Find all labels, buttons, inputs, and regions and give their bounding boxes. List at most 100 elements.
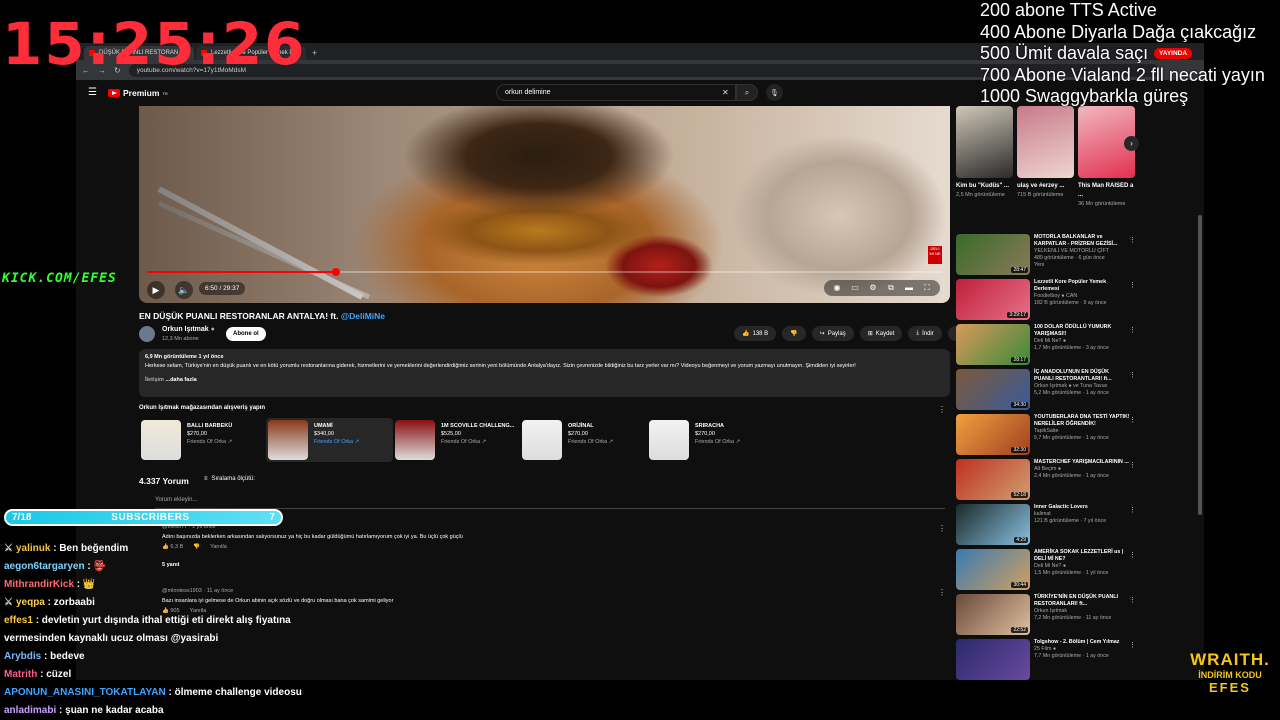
play-button[interactable]: ▶ bbox=[147, 281, 165, 299]
video-title: Lezzetli Kore Popüler Yemek Derlemesi bbox=[1034, 279, 1107, 292]
voice-search-button[interactable]: 🎙 bbox=[766, 84, 783, 101]
video-menu-icon[interactable]: ⋮ bbox=[1129, 461, 1136, 469]
chat-username[interactable]: Matrith bbox=[4, 669, 37, 680]
product-seller[interactable]: Friends Of Orka ↗ bbox=[314, 438, 359, 446]
page-scrollbar[interactable] bbox=[1198, 215, 1202, 515]
theater-mode-icon[interactable]: ▬ bbox=[902, 283, 916, 293]
comment-menu-icon[interactable]: ⋮ bbox=[938, 524, 946, 533]
recommended-video[interactable]: 32:30 YOUTUBERLARA DNA TESTİ YAPTIK! NERE… bbox=[956, 414, 1136, 459]
video-scrubber-handle[interactable] bbox=[332, 268, 341, 276]
product-image bbox=[395, 420, 435, 460]
channel-name[interactable]: Orkun Işıtmak ● bbox=[162, 326, 215, 333]
sub-goals-list: 200 abone TTS Active 400 Abone Diyarla D… bbox=[980, 0, 1265, 108]
new-tab-icon[interactable]: + bbox=[312, 48, 317, 58]
video-menu-icon[interactable]: ⋮ bbox=[1129, 506, 1136, 514]
subscribe-button[interactable]: Abone ol bbox=[226, 327, 266, 341]
hamburger-menu-icon[interactable]: ☰ bbox=[88, 87, 97, 98]
product-seller[interactable]: Friends Of Orka ↗ bbox=[187, 438, 232, 446]
recommended-video[interactable]: 34:30 İÇ ANADOLU'NUN EN DÜŞÜK PUANLI REST… bbox=[956, 369, 1136, 414]
video-player[interactable]: DELİ Mİ NE ▶ 🔈 6:50 / 29:37 ◉ ▭ ⚙ ⧉ ▬ ⛶ bbox=[139, 106, 950, 303]
recommended-video[interactable]: 28:47 MOTORLA BALKANLAR ve KARPATLAR - PR… bbox=[956, 234, 1136, 279]
video-menu-icon[interactable]: ⋮ bbox=[1129, 416, 1136, 424]
chat-username[interactable]: Arybdis bbox=[4, 651, 41, 662]
chat-text: : 👑 bbox=[76, 579, 96, 590]
youtube-premium-logo[interactable]: Premium TR bbox=[108, 88, 168, 98]
chat-username[interactable]: yeqpa bbox=[16, 597, 45, 608]
product-seller[interactable]: Friends Of Orka ↗ bbox=[568, 438, 613, 446]
product-seller[interactable]: Friends Of Orka ↗ bbox=[695, 438, 740, 446]
shop-product[interactable]: BALLI BARBEKÜ $270,00 Friends Of Orka ↗ bbox=[139, 418, 266, 462]
volume-button[interactable]: 🔈 bbox=[175, 281, 193, 299]
video-action-button[interactable]: ⊞ Kaydet bbox=[859, 326, 903, 341]
video-thumbnail: 3:29:17 bbox=[956, 279, 1030, 320]
show-more-link[interactable]: ...daha fazla bbox=[165, 377, 196, 383]
shop-more-menu-icon[interactable]: ⋮ bbox=[938, 405, 946, 414]
action-label: İndir bbox=[922, 330, 934, 337]
add-comment-input[interactable]: Yorum ekleyin... bbox=[155, 497, 945, 509]
shorts-next-arrow-icon[interactable]: › bbox=[1124, 136, 1139, 151]
recommended-video[interactable]: Tolgshow - 2. Bölüm | Cem Yılmaz 25 Film … bbox=[956, 639, 1136, 680]
video-channel: Foodielboy ● CAN bbox=[1034, 293, 1078, 299]
sub-goal: 200 abone TTS Active bbox=[980, 0, 1157, 20]
product-price: $270,00 bbox=[695, 431, 715, 437]
short-thumbnail bbox=[1017, 106, 1074, 178]
search-button[interactable]: ⌕ bbox=[736, 84, 758, 101]
video-meta: 489 görüntüleme · 6 gün önce bbox=[1034, 255, 1105, 261]
miniplayer-icon[interactable]: ⧉ bbox=[884, 283, 898, 293]
autoplay-toggle-icon[interactable]: ◉ bbox=[830, 283, 844, 293]
recommended-video[interactable]: 52:18 MASTERCHEF YARIŞMACILARININ ... Alt … bbox=[956, 459, 1136, 504]
video-title-mention[interactable]: @DeliMiNe bbox=[341, 311, 385, 321]
video-action-button[interactable]: ⤓ İndir bbox=[908, 326, 942, 341]
shop-product[interactable]: SRIRACHA $270,00 Friends Of Orka ↗ bbox=[647, 418, 774, 462]
recommended-video[interactable]: 30:44 AMERİKA SOKAK LEZZETLERİ us | DELİ … bbox=[956, 549, 1136, 594]
video-menu-icon[interactable]: ⋮ bbox=[1129, 281, 1136, 289]
short-card[interactable]: ulaş ve #erzey ... 715 B görüntüleme bbox=[1017, 106, 1074, 209]
recommended-video[interactable]: 22:52 TÜRKİYE'NİN EN DÜŞÜK PUANLI RESTORA… bbox=[956, 594, 1136, 639]
sort-comments-button[interactable]: ≡ Sıralama ölçütü: bbox=[204, 476, 255, 482]
comment-menu-icon[interactable]: ⋮ bbox=[938, 588, 946, 597]
recommended-video[interactable]: 28:17 100 DOLAR ÖDÜLLÜ YUMURK YARIŞMASI!!… bbox=[956, 324, 1136, 369]
action-label: Kaydet bbox=[875, 330, 895, 337]
video-channel: Orkun Işıtmak bbox=[1034, 608, 1067, 614]
short-card[interactable]: Kim bu "Kudüs" ... 2,5 Mn görüntüleme bbox=[956, 106, 1013, 209]
video-progress-bar[interactable] bbox=[147, 268, 942, 276]
short-card[interactable]: This Man RAISED a ... 36 Mn görüntüleme bbox=[1078, 106, 1135, 209]
video-duration: 34:30 bbox=[1011, 402, 1028, 408]
video-action-button[interactable]: 👎 bbox=[782, 326, 806, 341]
channel-avatar[interactable] bbox=[139, 326, 155, 342]
video-menu-icon[interactable]: ⋮ bbox=[1129, 236, 1136, 244]
video-action-button[interactable]: 👍 138 B bbox=[734, 326, 777, 341]
product-seller[interactable]: Friends Of Orka ↗ bbox=[441, 438, 514, 446]
fullscreen-icon[interactable]: ⛶ bbox=[920, 283, 934, 293]
chat-username[interactable]: yalinuk bbox=[16, 543, 50, 554]
recommended-video[interactable]: 3:29:17 Lezzetli Kore Popüler Yemek Derle… bbox=[956, 279, 1136, 324]
comment-author[interactable]: @efes077 · 1 yıl önce bbox=[162, 524, 942, 530]
sort-label: Sıralama ölçütü: bbox=[211, 476, 255, 482]
action-icon: 👎 bbox=[790, 331, 798, 337]
settings-gear-icon[interactable]: ⚙ bbox=[866, 283, 880, 293]
chat-username[interactable]: anladimabi bbox=[4, 705, 56, 716]
recommended-video[interactable]: 4:29 Inner Galactic Lovers kalimat 121 B gö… bbox=[956, 504, 1136, 549]
video-menu-icon[interactable]: ⋮ bbox=[1129, 326, 1136, 334]
chat-username[interactable]: APONUN_ANASINI_TOKATLAYAN bbox=[4, 687, 166, 698]
shop-product[interactable]: 1M SCOVILLE CHALLENG... $525,00 Friends Of… bbox=[393, 418, 520, 462]
sponsor-code-label: İNDİRİM KODU bbox=[1198, 670, 1262, 680]
chat-username[interactable]: MithrandirKick bbox=[4, 579, 74, 590]
subtitles-icon[interactable]: ▭ bbox=[848, 283, 862, 293]
video-action-button[interactable]: ↪ Paylaş bbox=[811, 326, 854, 341]
chat-username[interactable]: effes1 bbox=[4, 615, 33, 626]
video-meta: 1,5 Mn görüntüleme · 1 yıl önce bbox=[1034, 570, 1109, 576]
clear-search-icon[interactable]: ✕ bbox=[722, 88, 729, 97]
video-menu-icon[interactable]: ⋮ bbox=[1129, 596, 1136, 604]
search-input[interactable]: orkun delimine bbox=[496, 84, 736, 101]
chat-username[interactable]: aegon6targaryen bbox=[4, 561, 85, 572]
video-description[interactable]: 6,9 Mn görüntüleme 1 yıl önce Herkese se… bbox=[139, 349, 950, 397]
video-menu-icon[interactable]: ⋮ bbox=[1129, 371, 1136, 379]
video-info: MASTERCHEF YARIŞMACILARININ ... Alt Beçim… bbox=[1034, 459, 1130, 504]
shop-product[interactable]: UMAMİ $340,00 Friends Of Orka ↗ bbox=[266, 418, 393, 462]
shop-product[interactable]: ORİJİNAL $270,00 Friends Of Orka ↗ bbox=[520, 418, 647, 462]
video-menu-icon[interactable]: ⋮ bbox=[1129, 551, 1136, 559]
channel-watermark[interactable]: DELİ Mİ NE bbox=[928, 246, 942, 264]
video-menu-icon[interactable]: ⋮ bbox=[1129, 641, 1136, 649]
video-thumbnail: 30:44 bbox=[956, 549, 1030, 590]
